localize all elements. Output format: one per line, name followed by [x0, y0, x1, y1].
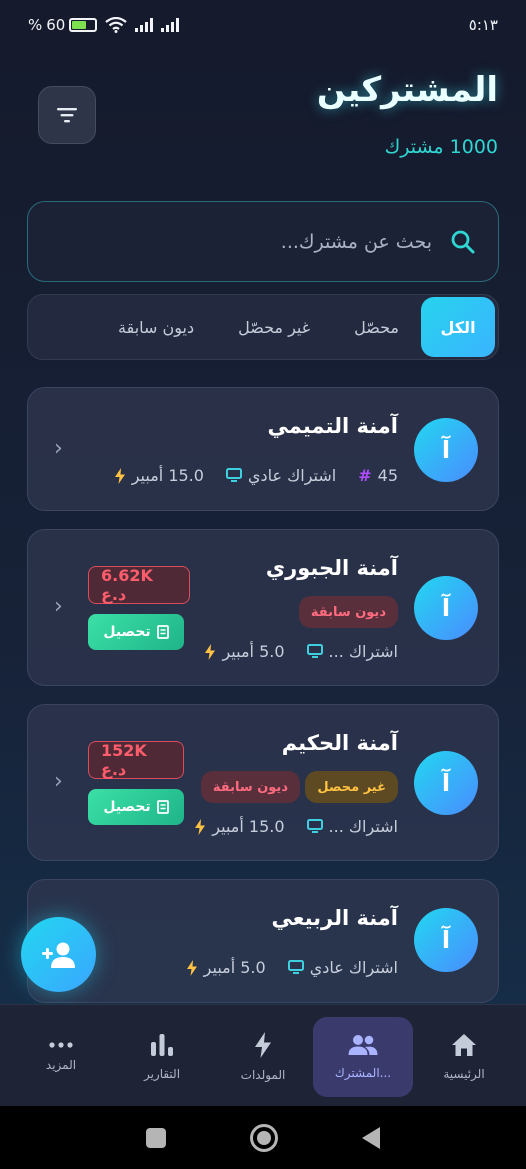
battery-percent-sign: % — [28, 16, 43, 34]
monitor-icon — [306, 644, 323, 658]
tab-previous-debts[interactable]: ديون سابقة — [96, 297, 216, 357]
subscriber-name: آمنة الحكيم — [281, 731, 398, 755]
bar-chart-icon — [151, 1034, 173, 1056]
receipt-icon — [156, 800, 169, 814]
nav-generators[interactable]: المولدات — [213, 1017, 313, 1097]
search-box[interactable] — [27, 201, 499, 282]
nav-reports[interactable]: التقارير — [112, 1017, 212, 1097]
tab-uncollected[interactable]: غير محصّل — [216, 297, 332, 357]
bolt-icon — [114, 467, 125, 484]
home-system-button[interactable] — [250, 1123, 278, 1152]
subscriber-meta: 15.0 أمبير اشتراك عادي # 45 — [114, 466, 398, 485]
subscriber-number: 45 — [377, 466, 398, 485]
plan-type: اشتراك ... — [328, 817, 398, 836]
plan-type: اشتراك عادي — [247, 466, 337, 485]
monitor-icon — [306, 819, 323, 833]
collect-label: تحصيل — [103, 624, 151, 640]
battery-icon — [69, 18, 98, 32]
bolt-icon — [186, 959, 197, 976]
chevron-right-icon: › — [54, 594, 63, 619]
add-user-icon — [41, 942, 75, 968]
avatar: آ — [414, 418, 478, 482]
nav-label: التقارير — [143, 1067, 181, 1081]
more-icon — [49, 1042, 73, 1048]
nav-home[interactable]: الرئيسية — [414, 1017, 514, 1097]
uncollected-badge: غير محصل — [305, 771, 398, 803]
amount-due: 6.62K د.ع — [88, 566, 190, 604]
wifi-icon — [105, 17, 128, 33]
nav-label: المولدات — [240, 1068, 286, 1082]
previous-debt-badge: ديون سابقة — [200, 771, 300, 803]
battery-percent: 60 — [46, 16, 66, 34]
plan-type: اشتراك ... — [328, 642, 398, 661]
avatar: آ — [414, 908, 478, 972]
monitor-icon — [225, 468, 242, 482]
filter-button[interactable] — [38, 86, 96, 144]
back-button[interactable] — [362, 1126, 380, 1149]
signal-icon — [135, 18, 154, 32]
recents-button[interactable] — [146, 1127, 166, 1148]
clock: ٥:١٣ — [468, 16, 498, 34]
add-subscriber-button[interactable] — [21, 917, 96, 992]
home-icon — [452, 1034, 476, 1056]
amps-value: 5.0 أمبير — [203, 958, 266, 977]
collect-button[interactable]: تحصيل — [88, 614, 184, 650]
subscriber-name: آمنة الربيعي — [271, 906, 398, 930]
system-navigation-bar — [0, 1106, 526, 1169]
bolt-icon — [205, 643, 216, 660]
tab-collected[interactable]: محصّل — [332, 297, 421, 357]
avatar: آ — [414, 576, 478, 640]
monitor-icon — [287, 960, 304, 974]
nav-label: المزيد — [45, 1058, 77, 1072]
status-bar: % 60 ٥:١٣ — [0, 0, 526, 50]
subscriber-meta: 5.0 أمبير اشتراك عادي — [186, 958, 398, 977]
collect-label: تحصيل — [103, 799, 151, 815]
subscriber-meta: 5.0 أمبير اشتراك ... — [204, 642, 398, 661]
users-icon — [348, 1035, 378, 1055]
search-icon — [451, 230, 475, 253]
nav-label: المشترك... — [334, 1066, 392, 1080]
tab-all[interactable]: الكل — [421, 297, 495, 357]
chevron-right-icon: › — [54, 436, 63, 461]
subscriber-card[interactable]: آ آمنة الحكيم غير محصل ديون سابقة 15.0 أ… — [27, 704, 499, 861]
bolt-icon — [195, 818, 206, 835]
subscriber-name: آمنة التميمي — [267, 414, 398, 438]
filter-tabs: الكل محصّل غير محصّل ديون سابقة — [27, 294, 499, 360]
subscriber-card[interactable]: آ آمنة الربيعي 5.0 أمبير اشتراك عادي — [27, 879, 499, 1003]
chevron-right-icon: › — [54, 769, 63, 794]
battery-indicator: % 60 — [28, 16, 98, 34]
subscriber-card[interactable]: آ آمنة الجبوري ديون سابقة 5.0 أمبير اشتر… — [27, 529, 499, 686]
hash-icon: # — [358, 466, 372, 485]
status-icons: % 60 — [28, 16, 180, 34]
receipt-icon — [156, 625, 169, 639]
subscriber-name: آمنة الجبوري — [265, 556, 398, 580]
subscriber-count: 1000 مشترك — [384, 136, 498, 158]
bottom-navigation: الرئيسية المشترك... المولدات التقارير ال… — [0, 1004, 526, 1106]
amps-value: 15.0 أمبير — [212, 817, 285, 836]
amps-value: 5.0 أمبير — [222, 642, 285, 661]
subscriber-meta: 15.0 أمبير اشتراك ... — [194, 817, 398, 836]
page-header: المشتركين 1000 مشترك — [28, 70, 498, 170]
nav-label: الرئيسية — [443, 1067, 485, 1081]
filter-icon — [57, 108, 77, 123]
amount-due: 152K د.ع — [88, 741, 184, 779]
avatar: آ — [414, 751, 478, 815]
nav-more[interactable]: المزيد — [11, 1017, 111, 1097]
bolt-icon — [255, 1032, 271, 1058]
signal-icon-2 — [161, 18, 180, 32]
search-input[interactable] — [52, 230, 432, 253]
plan-type: اشتراك عادي — [309, 958, 398, 977]
page-title: المشتركين — [316, 70, 498, 110]
amps-value: 15.0 أمبير — [131, 466, 204, 485]
nav-subscribers[interactable]: المشترك... — [313, 1017, 413, 1097]
collect-button[interactable]: تحصيل — [88, 789, 184, 825]
subscriber-card[interactable]: آ آمنة التميمي 15.0 أمبير اشتراك عادي # … — [27, 387, 499, 511]
previous-debt-badge: ديون سابقة — [298, 596, 398, 628]
